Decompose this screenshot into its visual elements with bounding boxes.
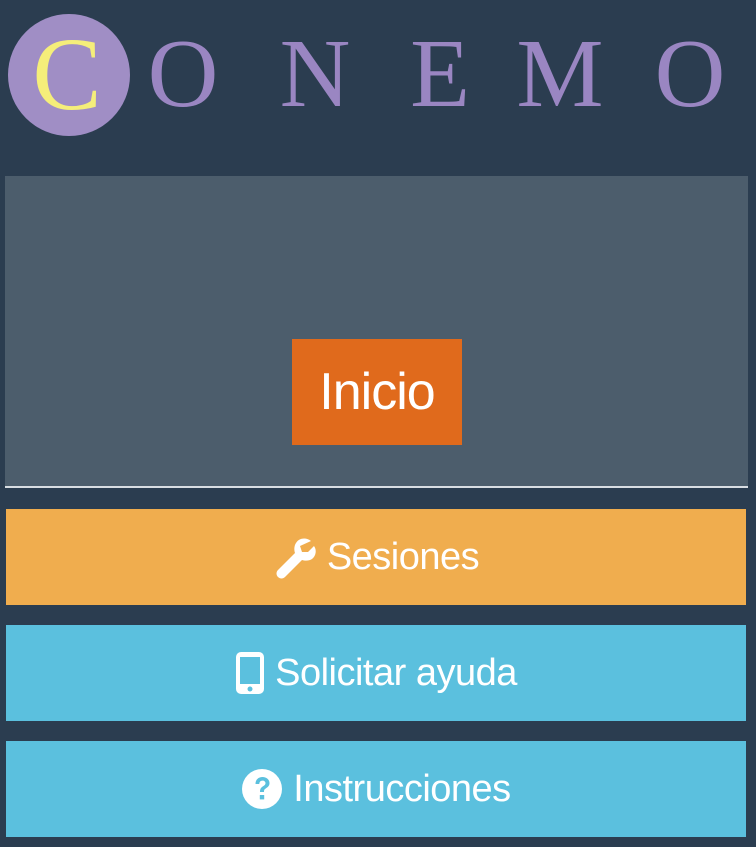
solicitar-ayuda-button[interactable]: Solicitar ayuda [6,625,746,721]
phone-icon [235,651,265,695]
inicio-button[interactable]: Inicio [292,339,462,445]
logo-letter-o2: O [654,20,726,128]
question-circle-icon [241,768,283,810]
instrucciones-label: Instrucciones [293,767,511,810]
instrucciones-button[interactable]: Instrucciones [6,741,746,837]
sesiones-button[interactable]: Sesiones [6,509,746,605]
wrench-icon [273,535,317,579]
hero-panel: Inicio [5,176,748,488]
sesiones-label: Sesiones [326,535,480,578]
logo-letter-o1: O [147,20,219,128]
logo-letter-e: E [410,20,470,128]
logo-letter-m: M [516,20,604,128]
app-logo: C O N E M O [0,0,756,160]
solicitar-ayuda-label: Solicitar ayuda [275,651,517,694]
logo-letter-n: N [279,20,351,128]
logo-first-letter: C [32,17,102,132]
